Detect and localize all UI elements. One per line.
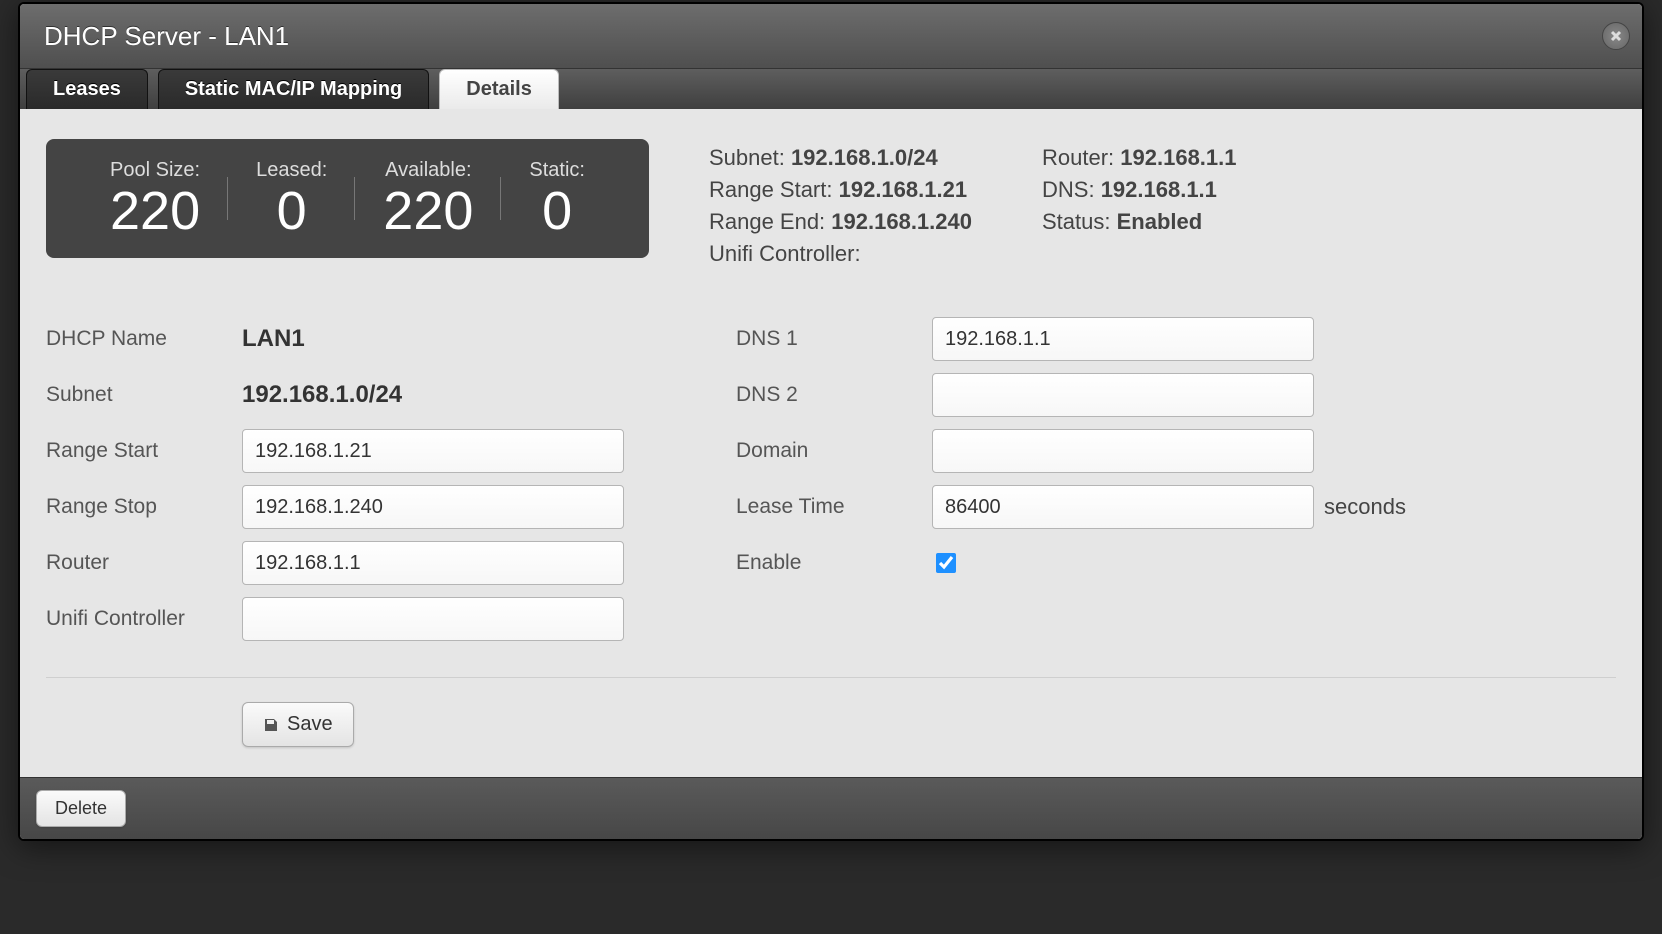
stat-static: Static: 0: [501, 159, 613, 238]
info-dns: DNS: 192.168.1.1: [1042, 177, 1237, 203]
row-enable: Enable: [736, 541, 1406, 585]
input-domain[interactable]: [932, 429, 1314, 473]
form-col-right: DNS 1 DNS 2 Domain Lease Time seco: [736, 317, 1406, 653]
tab-static-mapping[interactable]: Static MAC/IP Mapping: [158, 69, 429, 109]
info-status: Status: Enabled: [1042, 209, 1237, 235]
stat-available: Available: 220: [355, 159, 501, 238]
stat-value: 0: [529, 184, 585, 238]
stat-label: Available:: [383, 159, 473, 182]
label-domain: Domain: [736, 439, 932, 463]
save-button-label: Save: [287, 713, 333, 736]
row-dns1: DNS 1: [736, 317, 1406, 361]
label-enable: Enable: [736, 551, 932, 575]
info-col-left: Subnet: 192.168.1.0/24 Range Start: 192.…: [709, 145, 972, 267]
checkbox-enable[interactable]: [936, 553, 956, 573]
info-unifi: Unifi Controller:: [709, 241, 972, 267]
tab-bar: Leases Static MAC/IP Mapping Details: [20, 69, 1642, 109]
tab-details[interactable]: Details: [439, 69, 559, 109]
stat-label: Pool Size:: [110, 159, 200, 182]
info-grid: Subnet: 192.168.1.0/24 Range Start: 192.…: [709, 139, 1237, 267]
summary-row: Pool Size: 220 Leased: 0 Available: 220 …: [46, 139, 1616, 267]
info-router: Router: 192.168.1.1: [1042, 145, 1237, 171]
value-dhcp-name: LAN1: [242, 325, 305, 353]
close-icon: [1610, 30, 1622, 42]
value-subnet: 192.168.1.0/24: [242, 381, 402, 409]
stat-leased: Leased: 0: [228, 159, 355, 238]
form-col-left: DHCP Name LAN1 Subnet 192.168.1.0/24 Ran…: [46, 317, 656, 653]
modal-footer: Delete: [20, 777, 1642, 839]
row-dhcp-name: DHCP Name LAN1: [46, 317, 656, 361]
save-row: Save: [242, 702, 1616, 747]
stats-box: Pool Size: 220 Leased: 0 Available: 220 …: [46, 139, 649, 258]
input-dns2[interactable]: [932, 373, 1314, 417]
input-range-stop[interactable]: [242, 485, 624, 529]
input-unifi[interactable]: [242, 597, 624, 641]
label-range-stop: Range Stop: [46, 495, 242, 519]
info-range-end: Range End: 192.168.1.240: [709, 209, 972, 235]
row-range-start: Range Start: [46, 429, 656, 473]
row-domain: Domain: [736, 429, 1406, 473]
label-subnet: Subnet: [46, 383, 242, 407]
stat-value: 220: [110, 184, 200, 238]
row-router: Router: [46, 541, 656, 585]
input-router[interactable]: [242, 541, 624, 585]
save-icon: [263, 717, 279, 733]
save-button[interactable]: Save: [242, 702, 354, 747]
modal-header: DHCP Server - LAN1: [20, 4, 1642, 69]
separator: [46, 677, 1616, 678]
delete-button[interactable]: Delete: [36, 790, 126, 827]
close-button[interactable]: [1602, 22, 1630, 50]
modal-title: DHCP Server - LAN1: [44, 21, 289, 52]
label-router: Router: [46, 551, 242, 575]
label-unifi: Unifi Controller: [46, 607, 242, 631]
row-dns2: DNS 2: [736, 373, 1406, 417]
modal-body: Pool Size: 220 Leased: 0 Available: 220 …: [20, 109, 1642, 777]
label-dns1: DNS 1: [736, 327, 932, 351]
dhcp-server-modal: DHCP Server - LAN1 Leases Static MAC/IP …: [18, 2, 1644, 841]
row-subnet: Subnet 192.168.1.0/24: [46, 373, 656, 417]
input-dns1[interactable]: [932, 317, 1314, 361]
label-range-start: Range Start: [46, 439, 242, 463]
stat-value: 0: [256, 184, 327, 238]
input-range-start[interactable]: [242, 429, 624, 473]
label-lease-time: Lease Time: [736, 495, 932, 519]
row-lease-time: Lease Time seconds: [736, 485, 1406, 529]
stat-value: 220: [383, 184, 473, 238]
row-range-stop: Range Stop: [46, 485, 656, 529]
row-unifi: Unifi Controller: [46, 597, 656, 641]
suffix-seconds: seconds: [1324, 494, 1406, 520]
info-range-start: Range Start: 192.168.1.21: [709, 177, 972, 203]
label-dns2: DNS 2: [736, 383, 932, 407]
input-lease-time[interactable]: [932, 485, 1314, 529]
delete-button-label: Delete: [55, 798, 107, 819]
form-area: DHCP Name LAN1 Subnet 192.168.1.0/24 Ran…: [46, 317, 1616, 653]
stat-label: Static:: [529, 159, 585, 182]
stat-pool-size: Pool Size: 220: [82, 159, 228, 238]
info-col-right: Router: 192.168.1.1 DNS: 192.168.1.1 Sta…: [1042, 145, 1237, 267]
stat-label: Leased:: [256, 159, 327, 182]
info-subnet: Subnet: 192.168.1.0/24: [709, 145, 972, 171]
tab-leases[interactable]: Leases: [26, 69, 148, 109]
label-dhcp-name: DHCP Name: [46, 327, 242, 351]
